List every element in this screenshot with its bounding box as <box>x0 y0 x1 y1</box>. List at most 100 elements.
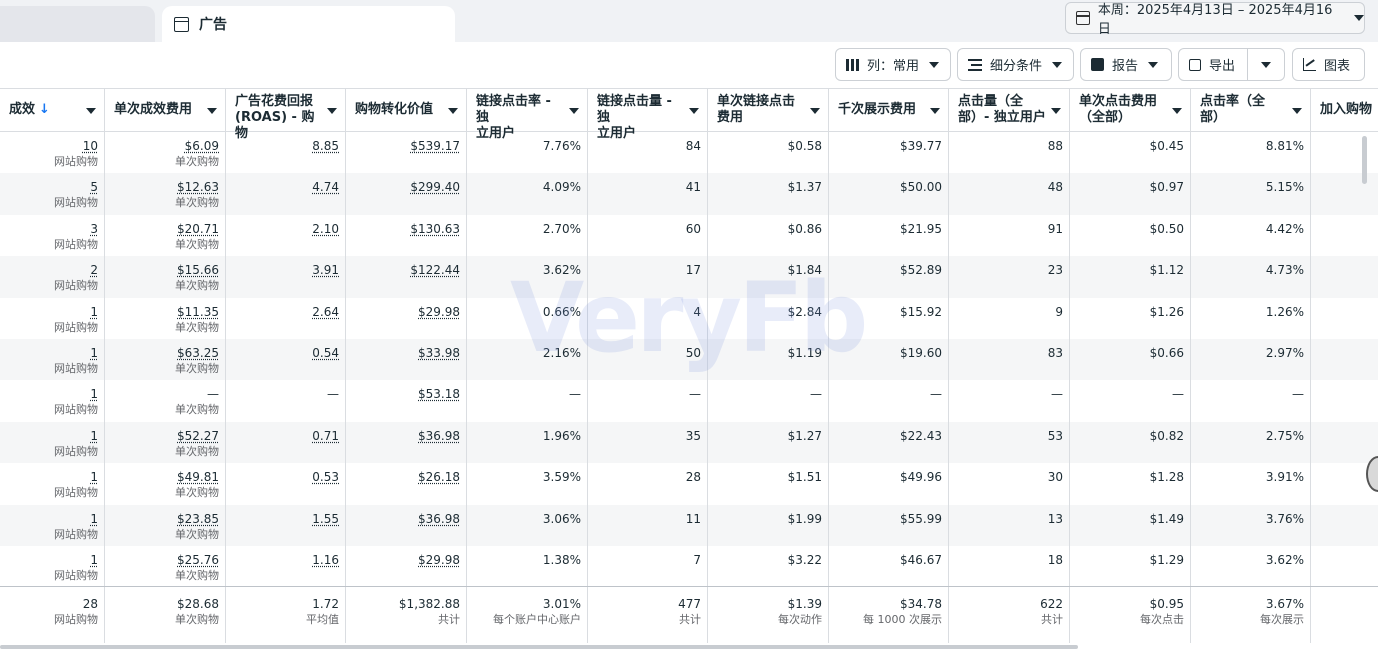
cell-value[interactable]: 3.91 <box>226 262 339 278</box>
column-header[interactable]: 成效 ↓ <box>0 89 105 132</box>
vertical-scrollbar[interactable] <box>1362 136 1367 184</box>
chevron-down-icon[interactable] <box>448 108 458 114</box>
cell-value[interactable]: 0.53 <box>226 469 339 485</box>
cell-value[interactable]: 3 <box>0 221 98 237</box>
cell-value[interactable]: $122.44 <box>346 262 460 278</box>
table-row[interactable]: 1 网站购物 $23.85 单次购物 1.55 $36.98 3.06% 11 $1.99 $55… <box>0 504 1378 546</box>
breakdown-button[interactable]: 细分条件 <box>957 48 1074 81</box>
table-row[interactable]: 5 网站购物 $12.63 单次购物 4.74 $299.40 4.09% 41 $1.37 $5… <box>0 173 1378 215</box>
cell-value[interactable]: $49.81 <box>105 469 219 485</box>
cell-value: $39.77 <box>900 139 942 153</box>
table-row[interactable]: 1 网站购物 $11.35 单次购物 2.64 $29.98 0.66% 4 $2.84 $15.… <box>0 297 1378 339</box>
cell-value[interactable]: $20.71 <box>105 221 219 237</box>
cell-value[interactable]: 2.64 <box>226 304 339 320</box>
cell-value[interactable]: $26.18 <box>346 469 460 485</box>
column-header[interactable]: 广告花费回报 (ROAS) - 购物 <box>226 89 346 141</box>
cell-value[interactable]: 1 <box>0 386 98 402</box>
cell-value: $1.26 <box>1149 304 1184 319</box>
report-button[interactable]: 报告 <box>1080 48 1172 81</box>
table-cell: 1 网站购物 <box>0 504 105 546</box>
cell-value[interactable]: 2.10 <box>226 221 339 237</box>
columns-button[interactable]: 列：常用 <box>835 48 951 81</box>
cell-value[interactable]: 8.85 <box>226 138 339 154</box>
column-header[interactable]: 千次展示费用 <box>829 89 949 132</box>
column-header[interactable]: 单次成效费用 <box>105 89 226 132</box>
cell-value[interactable]: $52.27 <box>105 428 219 444</box>
tab-ads[interactable]: 广告 <box>162 6 455 42</box>
export-button[interactable]: 导出 <box>1178 48 1248 81</box>
cell-value[interactable]: $36.98 <box>346 511 460 527</box>
column-header[interactable]: 链接点击量 - 独立用户 <box>588 89 708 141</box>
chevron-down-icon[interactable] <box>207 108 217 114</box>
cell-value[interactable]: $539.17 <box>346 138 460 154</box>
column-header[interactable]: 单次链接点击 费用 <box>708 89 829 132</box>
table-cell: $52.27 单次购物 <box>105 421 226 464</box>
chevron-down-icon[interactable] <box>1051 108 1061 114</box>
cell-value[interactable]: 0.54 <box>226 345 339 361</box>
cell-value[interactable]: 1 <box>0 511 98 527</box>
cell-value: 18 <box>1047 552 1063 567</box>
chevron-down-icon[interactable] <box>689 108 699 114</box>
column-header[interactable]: 点击率（全 部） <box>1191 89 1311 132</box>
cell-value: 3.62% <box>542 263 581 278</box>
cell-value[interactable]: 4.74 <box>226 179 339 195</box>
cell-value: $1.84 <box>787 263 822 278</box>
column-header[interactable]: 购物转化价值 <box>346 89 467 132</box>
cell-value[interactable]: $36.98 <box>346 428 460 444</box>
chevron-down-icon[interactable] <box>569 108 579 114</box>
chevron-down-icon[interactable] <box>930 108 940 114</box>
table-row[interactable]: 3 网站购物 $20.71 单次购物 2.10 $130.63 2.70% 60 $0.86 $2… <box>0 214 1378 257</box>
table-row[interactable]: 10 网站购物 $6.09 单次购物 8.85 $539.17 7.76% 84 $0.58 $3… <box>0 132 1378 174</box>
table-cell <box>1311 546 1378 587</box>
cell-value[interactable]: $53.18 <box>346 386 460 402</box>
chevron-down-icon[interactable] <box>1172 108 1182 114</box>
cell-value[interactable]: 1 <box>0 552 98 568</box>
cell-value: 28 <box>685 470 701 485</box>
chevron-down-icon[interactable] <box>327 108 337 114</box>
cell-value[interactable]: $11.35 <box>105 304 219 320</box>
cell-value[interactable]: $63.25 <box>105 345 219 361</box>
chevron-down-icon[interactable] <box>86 108 96 114</box>
cell-value[interactable]: 0.71 <box>226 428 339 444</box>
cell-value[interactable]: 2 <box>0 262 98 278</box>
column-header[interactable]: 单次点击费用 （全部） <box>1070 89 1191 132</box>
chevron-down-icon[interactable] <box>1292 108 1302 114</box>
tab-previous[interactable] <box>0 6 155 42</box>
chevron-down-icon[interactable] <box>810 108 820 114</box>
chart-button[interactable]: 图表 <box>1292 48 1365 81</box>
table-row[interactable]: 2 网站购物 $15.66 单次购物 3.91 $122.44 3.62% 17 $1.84 $5… <box>0 256 1378 298</box>
cell-value[interactable]: 1.16 <box>226 552 339 568</box>
cell-value[interactable]: $25.76 <box>105 552 219 568</box>
column-header[interactable]: 点击量（全 部）- 独立用户 <box>949 89 1070 132</box>
cell-value: 8.81% <box>1265 139 1304 153</box>
table-row[interactable]: 1 网站购物 $63.25 单次购物 0.54 $33.98 2.16% 50 $1.19 $19… <box>0 338 1378 381</box>
table-row[interactable]: 1 网站购物 $52.27 单次购物 0.71 $36.98 1.96% 35 $1.27 $22… <box>0 421 1378 464</box>
cell-value[interactable]: $130.63 <box>346 221 460 237</box>
table-row[interactable]: 1 网站购物 $25.76 单次购物 1.16 $29.98 1.38% 7 $3.22 $46.… <box>0 545 1378 588</box>
cell-value[interactable]: 5 <box>0 179 98 195</box>
cell-value[interactable]: $299.40 <box>346 179 460 195</box>
cell-value[interactable]: $29.98 <box>346 304 460 320</box>
export-menu-button[interactable] <box>1247 48 1285 81</box>
horizontal-scrollbar[interactable] <box>0 645 1078 649</box>
cell-value[interactable]: $23.85 <box>105 511 219 527</box>
table-row[interactable]: 1 网站购物 $49.81 单次购物 0.53 $26.18 3.59% 28 $1.51 $49… <box>0 463 1378 505</box>
date-range-button[interactable]: 本周：2025年4月13日 – 2025年4月16日 <box>1065 2 1365 37</box>
cell-value[interactable]: 1 <box>0 428 98 444</box>
column-header[interactable]: 链接点击率 - 独立用户 <box>467 89 588 141</box>
cell-value: — <box>327 387 339 402</box>
column-header[interactable]: 加入购物 <box>1311 89 1378 132</box>
cell-value[interactable]: $15.66 <box>105 262 219 278</box>
cell-value[interactable]: 10 <box>0 138 98 154</box>
cell-value[interactable]: 1 <box>0 469 98 485</box>
cell-value[interactable]: $12.63 <box>105 179 219 195</box>
table-row[interactable]: 1 网站购物 — 单次购物 — $53.18— — — — — — — <box>0 380 1378 422</box>
cell-value[interactable]: 1 <box>0 345 98 361</box>
cell-value[interactable]: $33.98 <box>346 345 460 361</box>
cell-value[interactable]: $29.98 <box>346 552 460 568</box>
cell-value[interactable]: 1 <box>0 304 98 320</box>
cell-value[interactable]: $6.09 <box>105 138 219 154</box>
sort-descending-icon[interactable]: ↓ <box>39 102 50 117</box>
cell-sublabel: 单次购物 <box>175 527 219 541</box>
cell-value[interactable]: 1.55 <box>226 511 339 527</box>
